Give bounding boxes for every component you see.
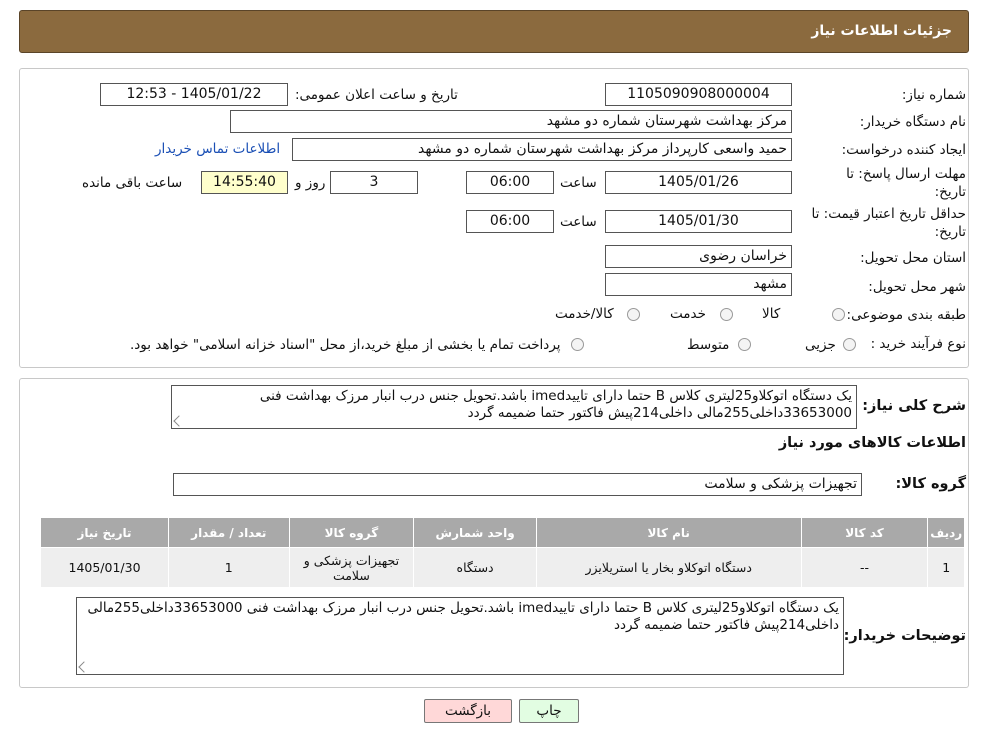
buyer-notes-textarea[interactable]: یک دستگاه اتوکلاو25لیتری کلاس B حتما دار…: [76, 597, 844, 675]
remaining-days-field: 3: [330, 171, 418, 194]
province-field: خراسان رضوی: [605, 245, 792, 268]
cell-quantity: 1: [168, 547, 290, 588]
category-goods-radio[interactable]: [832, 308, 845, 321]
description-text: یک دستگاه اتوکلاو25لیتری کلاس B حتما دار…: [259, 388, 852, 421]
city-field: مشهد: [605, 273, 792, 296]
goods-table: ردیف کد کالا نام کالا واحد شمارش گروه کا…: [39, 517, 965, 588]
category-goods-service-label: کالا/خدمت: [555, 306, 614, 322]
process-medium-radio[interactable]: [738, 338, 751, 351]
deadline-label-2: تاریخ:: [934, 184, 966, 200]
days-label: روز و: [295, 175, 326, 191]
col-code: کد کالا: [800, 517, 929, 548]
deadline-time-field: 06:00: [466, 171, 554, 194]
category-label: طبقه بندی موضوعی:: [846, 307, 966, 323]
category-service-label: خدمت: [670, 306, 706, 322]
category-goods-label: کالا: [762, 306, 781, 322]
buyer-notes-label: توضیحات خریدار:: [843, 628, 966, 644]
deadline-date-field: 1405/01/26: [605, 171, 792, 194]
col-need-date: تاریخ نیاز: [39, 517, 170, 548]
validity-label-2: تاریخ:: [934, 224, 966, 240]
description-label: شرح کلی نیاز:: [862, 398, 966, 414]
cell-row: 1: [927, 547, 965, 588]
buyer-org-label: نام دستگاه خریدار:: [859, 114, 966, 130]
deadline-time-label: ساعت: [560, 175, 597, 191]
validity-time-field: 06:00: [466, 210, 554, 233]
city-label: شهر محل تحویل:: [868, 279, 966, 295]
creator-label: ایجاد کننده درخواست:: [841, 142, 966, 158]
col-unit: واحد شمارش: [413, 517, 537, 548]
deadline-label: مهلت ارسال پاسخ: تا: [846, 166, 966, 182]
cell-group: تجهیزات پزشکی و سلامت: [288, 547, 415, 588]
goods-section-title: اطلاعات کالاهای مورد نیاز: [778, 435, 966, 451]
buyer-notes-text: یک دستگاه اتوکلاو25لیتری کلاس B حتما دار…: [87, 600, 839, 633]
goods-group-label: گروه کالا:: [895, 476, 966, 492]
validity-label: حداقل تاریخ اعتبار قیمت: تا: [811, 206, 966, 222]
page-title: جزئیات اطلاعات نیاز: [811, 23, 952, 39]
process-minor-label: جزیی: [805, 337, 836, 353]
process-label: نوع فرآیند خرید :: [870, 336, 966, 352]
validity-time-label: ساعت: [560, 214, 597, 230]
process-note: پرداخت تمام یا بخشی از مبلغ خرید،از محل …: [130, 337, 561, 353]
buyer-org-field: مرکز بهداشت شهرستان شماره دو مشهد: [230, 110, 792, 133]
col-name: نام کالا: [535, 517, 802, 548]
col-quantity: تعداد / مقدار: [168, 517, 290, 548]
col-group: گروه کالا: [288, 517, 415, 548]
need-number-field: 1105090908000004: [605, 83, 792, 106]
creator-field: حمید واسعی کارپرداز مرکز بهداشت شهرستان …: [292, 138, 792, 161]
cell-need-date: 1405/01/30: [39, 547, 170, 588]
process-medium-label: متوسط: [687, 337, 730, 353]
announce-datetime-field: 1405/01/22 - 12:53: [100, 83, 288, 106]
process-minor-radio[interactable]: [843, 338, 856, 351]
province-label: استان محل تحویل:: [860, 250, 966, 266]
cell-unit: دستگاه: [413, 547, 537, 588]
table-row: 1 -- دستگاه اتوکلاو بخار یا استریلایزر د…: [39, 547, 965, 588]
col-row: ردیف: [927, 517, 965, 548]
need-number-label: شماره نیاز:: [901, 87, 966, 103]
goods-group-field: تجهیزات پزشکی و سلامت: [173, 473, 862, 496]
category-service-radio[interactable]: [720, 308, 733, 321]
description-textarea[interactable]: یک دستگاه اتوکلاو25لیتری کلاس B حتما دار…: [171, 385, 857, 429]
validity-date-field: 1405/01/30: [605, 210, 792, 233]
page-header: جزئیات اطلاعات نیاز: [19, 10, 969, 53]
back-button[interactable]: بازگشت: [424, 699, 512, 723]
buyer-contact-link[interactable]: اطلاعات تماس خریدار: [155, 141, 280, 157]
cell-code: --: [800, 547, 929, 588]
goods-table-header: ردیف کد کالا نام کالا واحد شمارش گروه کا…: [39, 517, 965, 548]
print-button[interactable]: چاپ: [519, 699, 579, 723]
category-goods-service-radio[interactable]: [627, 308, 640, 321]
process-treasury-radio[interactable]: [571, 338, 584, 351]
remaining-label: ساعت باقی مانده: [82, 175, 183, 191]
remaining-time-field: 14:55:40: [201, 171, 288, 194]
announce-label: تاریخ و ساعت اعلان عمومی:: [295, 87, 458, 103]
cell-name: دستگاه اتوکلاو بخار یا استریلایزر: [535, 547, 802, 588]
